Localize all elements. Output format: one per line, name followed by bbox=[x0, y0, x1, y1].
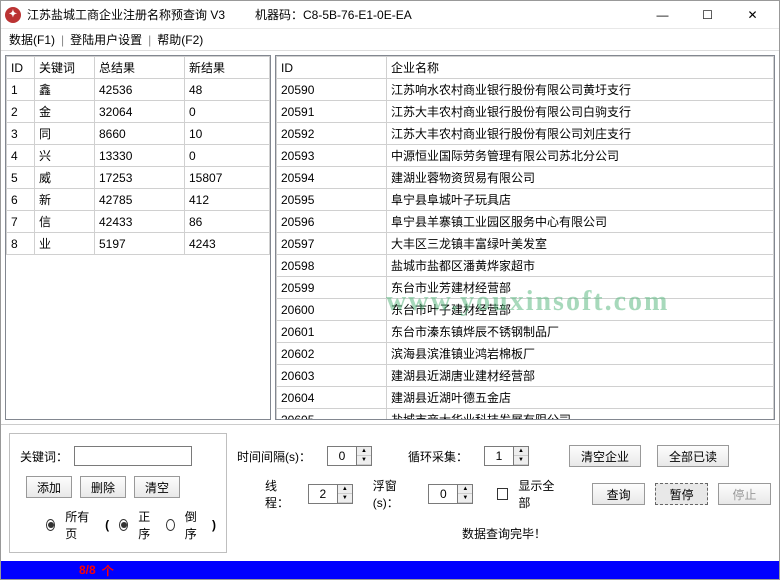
clear-company-button[interactable]: 清空企业 bbox=[569, 445, 641, 467]
table-row[interactable]: 8业51974243 bbox=[7, 233, 270, 255]
menu-separator: | bbox=[148, 33, 151, 47]
column-header[interactable]: 企业名称 bbox=[387, 57, 774, 79]
menu-data[interactable]: 数据(F1) bbox=[7, 31, 57, 48]
table-row[interactable]: 1鑫4253648 bbox=[7, 79, 270, 101]
table-row[interactable]: 20605盐城市商大华业科技发展有限公司 bbox=[277, 409, 774, 421]
table-row[interactable]: 4兴133300 bbox=[7, 145, 270, 167]
interval-label: 时间间隔(s)： bbox=[237, 448, 311, 465]
add-button[interactable]: 添加 bbox=[26, 476, 72, 498]
keyword-table[interactable]: ID关键词总结果新结果 1鑫42536482金3206403同8660104兴1… bbox=[6, 56, 270, 255]
menu-separator: | bbox=[61, 33, 64, 47]
menu-help[interactable]: 帮助(F2) bbox=[155, 31, 205, 48]
all-read-button[interactable]: 全部已读 bbox=[657, 445, 729, 467]
chevron-up-icon[interactable]: ▲ bbox=[514, 447, 528, 456]
table-row[interactable]: 20593中源恒业国际劳务管理有限公司苏北分公司 bbox=[277, 145, 774, 167]
app-icon: ✦ bbox=[5, 7, 21, 23]
float-spinner[interactable]: ▲▼ bbox=[428, 484, 473, 504]
table-row[interactable]: 20599东台市业芳建材经营部 bbox=[277, 277, 774, 299]
chevron-down-icon[interactable]: ▼ bbox=[514, 456, 528, 465]
keyword-label: 关键词： bbox=[20, 448, 68, 465]
table-row[interactable]: 20595阜宁县阜城叶子玩具店 bbox=[277, 189, 774, 211]
menu-login-settings[interactable]: 登陆用户设置 bbox=[68, 31, 144, 48]
table-row[interactable]: 20596阜宁县羊寨镇工业园区服务中心有限公司 bbox=[277, 211, 774, 233]
table-row[interactable]: 20598盐城市盐都区潘黄烨家超市 bbox=[277, 255, 774, 277]
table-row[interactable]: 6新42785412 bbox=[7, 189, 270, 211]
float-label: 浮窗(s)： bbox=[373, 477, 419, 511]
thread-label: 线程： bbox=[265, 477, 298, 511]
company-table-panel: www.youxinsoft.com ID企业名称 20590江苏响水农村商业银… bbox=[275, 55, 775, 420]
company-table[interactable]: ID企业名称 20590江苏响水农村商业银行股份有限公司黄圩支行20591江苏大… bbox=[276, 56, 774, 420]
machine-code: 机器码：C8-5B-76-E1-0E-EA bbox=[255, 6, 412, 23]
table-row[interactable]: 7信4243386 bbox=[7, 211, 270, 233]
table-row[interactable]: 3同866010 bbox=[7, 123, 270, 145]
show-all-checkbox[interactable] bbox=[497, 488, 508, 500]
titlebar: ✦ 江苏盐城工商企业注册名称预查询 V3 机器码：C8-5B-76-E1-0E-… bbox=[1, 1, 779, 29]
statusbar: 8/8 个 bbox=[1, 561, 779, 579]
show-all-label: 显示全部 bbox=[518, 477, 562, 511]
pause-button[interactable]: 暂停 bbox=[655, 483, 708, 505]
column-header[interactable]: ID bbox=[277, 57, 387, 79]
table-row[interactable]: 20597大丰区三龙镇丰富绿叶美发室 bbox=[277, 233, 774, 255]
chevron-up-icon[interactable]: ▲ bbox=[458, 485, 472, 494]
interval-spinner[interactable]: ▲▼ bbox=[327, 446, 372, 466]
query-button[interactable]: 查询 bbox=[592, 483, 645, 505]
keyword-input[interactable] bbox=[74, 446, 192, 466]
maximize-button[interactable]: ☐ bbox=[685, 3, 730, 27]
table-row[interactable]: 20594建湖业蓉物资贸易有限公司 bbox=[277, 167, 774, 189]
delete-button[interactable]: 删除 bbox=[80, 476, 126, 498]
loop-label: 循环采集： bbox=[408, 448, 468, 465]
clear-button[interactable]: 清空 bbox=[134, 476, 180, 498]
reverse-radio[interactable] bbox=[166, 519, 175, 531]
controls-panel: 关键词： 添加 删除 清空 所有页 ( 正序 倒序 ) 时间间隔(s)： bbox=[1, 424, 779, 561]
all-pages-label: 所有页 bbox=[65, 508, 91, 542]
reverse-label: 倒序 bbox=[185, 508, 202, 542]
menubar: 数据(F1) | 登陆用户设置 | 帮助(F2) bbox=[1, 29, 779, 51]
chevron-down-icon[interactable]: ▼ bbox=[458, 494, 472, 503]
minimize-button[interactable]: — bbox=[640, 3, 685, 27]
keyword-table-panel: ID关键词总结果新结果 1鑫42536482金3206403同8660104兴1… bbox=[5, 55, 271, 420]
all-pages-radio[interactable] bbox=[46, 519, 55, 531]
table-row[interactable]: 20600东台市叶子建材经营部 bbox=[277, 299, 774, 321]
chevron-up-icon[interactable]: ▲ bbox=[338, 485, 352, 494]
window-title: 江苏盐城工商企业注册名称预查询 V3 bbox=[27, 6, 225, 23]
column-header[interactable]: ID bbox=[7, 57, 35, 79]
chevron-up-icon[interactable]: ▲ bbox=[357, 447, 371, 456]
close-button[interactable]: ✕ bbox=[730, 3, 775, 27]
table-row[interactable]: 20603建湖县近湖唐业建材经营部 bbox=[277, 365, 774, 387]
column-header[interactable]: 新结果 bbox=[185, 57, 270, 79]
chevron-down-icon[interactable]: ▼ bbox=[357, 456, 371, 465]
chevron-down-icon[interactable]: ▼ bbox=[338, 494, 352, 503]
forward-label: 正序 bbox=[138, 508, 155, 542]
table-row[interactable]: 20592江苏大丰农村商业银行股份有限公司刘庄支行 bbox=[277, 123, 774, 145]
loop-spinner[interactable]: ▲▼ bbox=[484, 446, 529, 466]
table-row[interactable]: 20604建湖县近湖叶德五金店 bbox=[277, 387, 774, 409]
column-header[interactable]: 总结果 bbox=[95, 57, 185, 79]
table-row[interactable]: 20591江苏大丰农村商业银行股份有限公司白驹支行 bbox=[277, 101, 774, 123]
column-header[interactable]: 关键词 bbox=[35, 57, 95, 79]
table-row[interactable]: 2金320640 bbox=[7, 101, 270, 123]
table-row[interactable]: 20590江苏响水农村商业银行股份有限公司黄圩支行 bbox=[277, 79, 774, 101]
status-message: 数据查询完毕！ bbox=[462, 525, 546, 542]
table-row[interactable]: 5威1725315807 bbox=[7, 167, 270, 189]
status-suffix: 个 bbox=[102, 562, 114, 579]
stop-button[interactable]: 停止 bbox=[718, 483, 771, 505]
forward-radio[interactable] bbox=[119, 519, 128, 531]
table-row[interactable]: 20601东台市溱东镇烨辰不锈钢制品厂 bbox=[277, 321, 774, 343]
thread-spinner[interactable]: ▲▼ bbox=[308, 484, 353, 504]
status-count: 8/8 bbox=[79, 563, 96, 577]
table-row[interactable]: 20602滨海县滨淮镇业鸿岩棉板厂 bbox=[277, 343, 774, 365]
